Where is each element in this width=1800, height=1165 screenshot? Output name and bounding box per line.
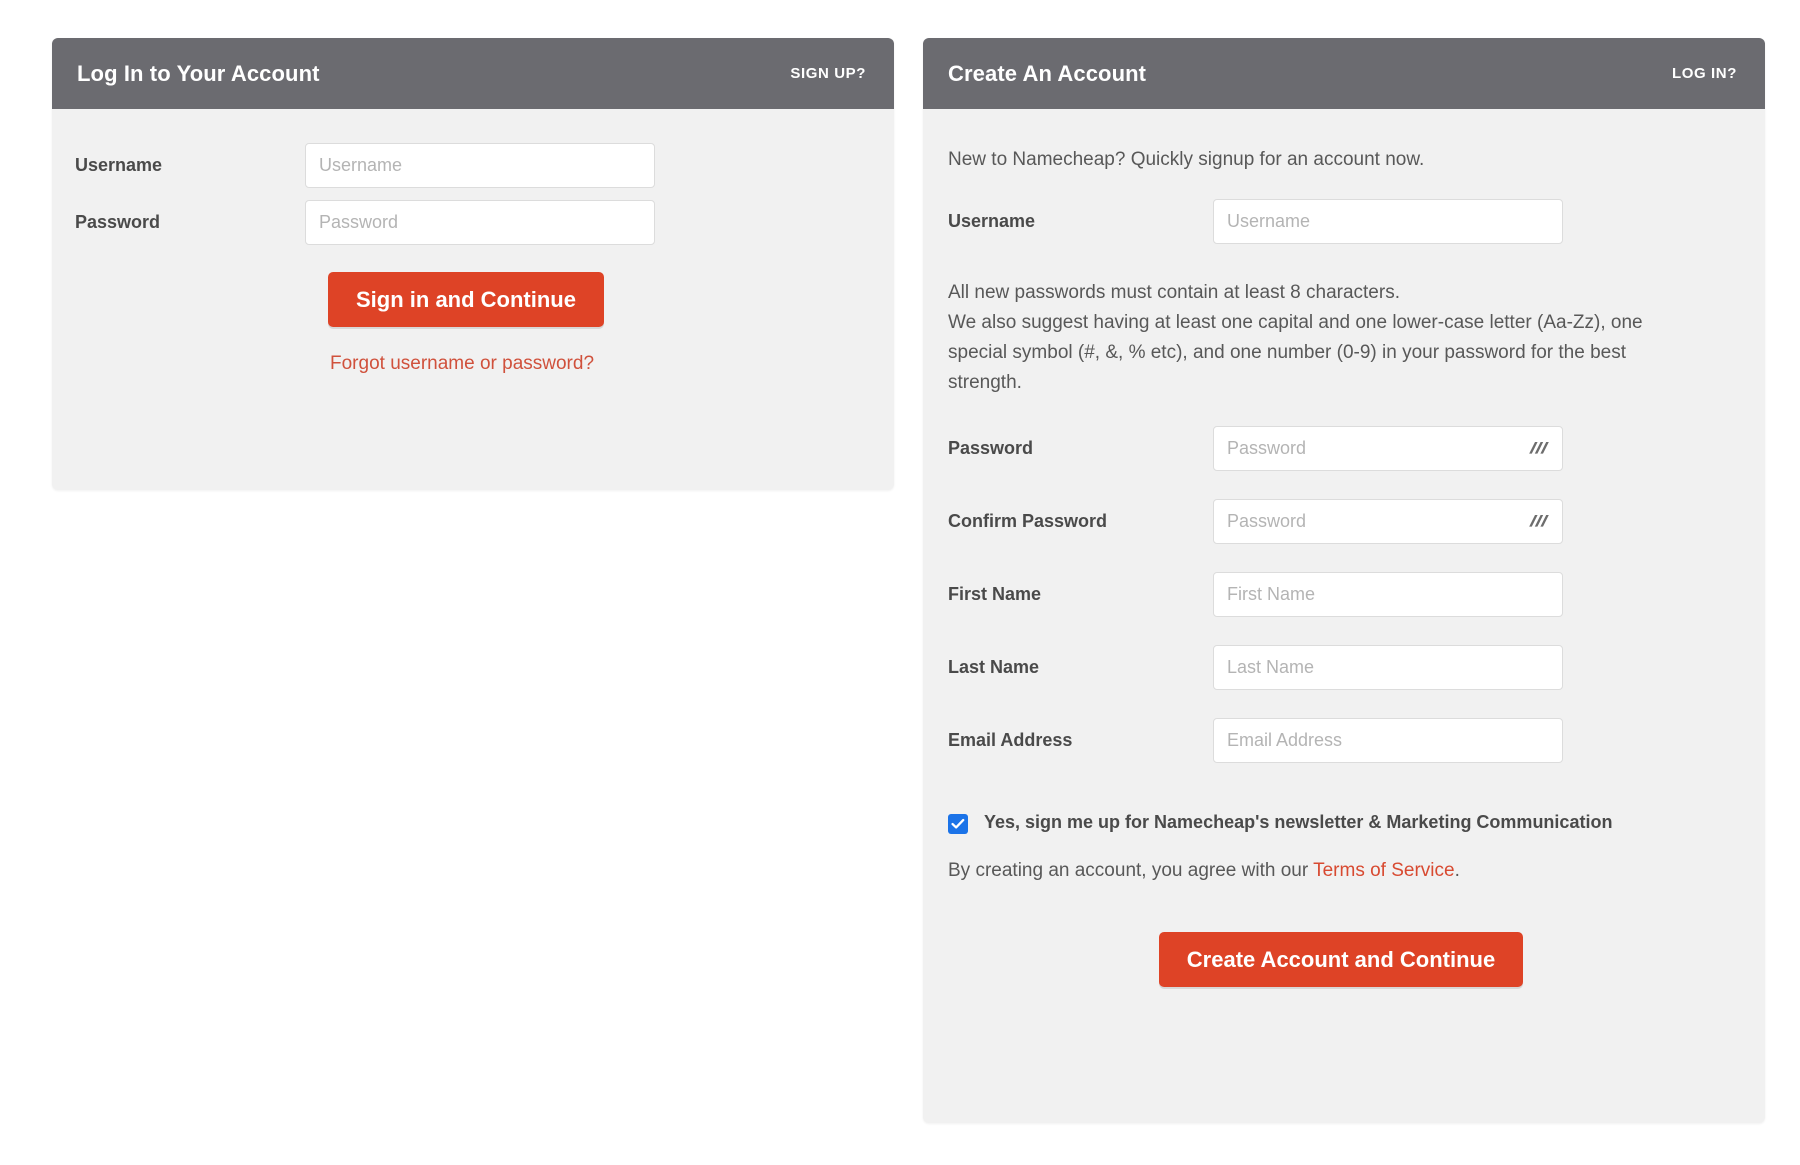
signup-email-label: Email Address — [948, 730, 1073, 750]
signup-panel-header: Create An Account LOG IN? — [923, 38, 1765, 109]
signup-email-input[interactable] — [1213, 718, 1563, 763]
signup-first-name-input-wrap — [1213, 572, 1563, 617]
login-password-row: Password — [52, 200, 894, 245]
signup-username-input[interactable] — [1213, 199, 1563, 244]
password-requirements-line-2: We also suggest having at least one capi… — [948, 312, 1643, 393]
signup-form: New to Namecheap? Quickly signup for an … — [923, 149, 1765, 987]
signup-username-label: Username — [948, 211, 1036, 231]
signup-password-input-wrap — [1213, 426, 1563, 471]
signup-username-row: Username — [948, 199, 1740, 244]
signup-last-name-input[interactable] — [1213, 645, 1563, 690]
signup-last-name-label: Last Name — [948, 657, 1040, 677]
login-actions: Sign in and Continue Forgot username or … — [52, 272, 894, 375]
eye-slash-icon[interactable] — [1526, 438, 1552, 460]
signup-username-input-wrap — [1213, 199, 1563, 244]
login-form: Username Password Sign in and Continue F… — [52, 109, 894, 375]
newsletter-checkbox[interactable] — [948, 814, 968, 834]
signup-panel: Create An Account LOG IN? New to Nameche… — [923, 38, 1765, 1123]
signup-confirm-password-input-wrap — [1213, 499, 1563, 544]
login-password-input[interactable] — [305, 200, 655, 245]
eye-slash-icon[interactable] — [1526, 511, 1552, 533]
signup-actions: Create Account and Continue — [948, 932, 1740, 987]
signup-confirm-password-row: Confirm Password — [948, 499, 1740, 544]
signup-email-row: Email Address — [948, 718, 1740, 763]
signup-password-label: Password — [948, 438, 1034, 458]
signup-first-name-row: First Name — [948, 572, 1740, 617]
signup-password-row: Password — [948, 426, 1740, 471]
login-panel: Log In to Your Account SIGN UP? Username… — [52, 38, 894, 490]
login-username-label: Username — [75, 155, 163, 175]
signup-confirm-password-label: Confirm Password — [948, 511, 1108, 531]
signup-password-input[interactable] — [1213, 426, 1563, 471]
sign-up-link[interactable]: SIGN UP? — [790, 65, 866, 82]
newsletter-consent-row: Yes, sign me up for Namecheap's newslett… — [948, 811, 1740, 834]
log-in-link[interactable]: LOG IN? — [1672, 65, 1737, 82]
signin-signup-page: Log In to Your Account SIGN UP? Username… — [0, 0, 1800, 1165]
login-panel-header: Log In to Your Account SIGN UP? — [52, 38, 894, 109]
newsletter-consent-label: Yes, sign me up for Namecheap's newslett… — [984, 812, 1613, 832]
terms-suffix-text: . — [1454, 860, 1460, 881]
signup-last-name-input-wrap — [1213, 645, 1563, 690]
signup-intro-text: New to Namecheap? Quickly signup for an … — [948, 149, 1425, 170]
signup-last-name-row: Last Name — [948, 645, 1740, 690]
terms-prefix-text: By creating an account, you agree with o… — [948, 860, 1314, 881]
create-account-and-continue-button[interactable]: Create Account and Continue — [1158, 932, 1524, 987]
signup-panel-title: Create An Account — [948, 60, 1147, 86]
signup-first-name-label: First Name — [948, 584, 1042, 604]
password-requirements-note: All new passwords must contain at least … — [948, 278, 1648, 398]
signup-email-input-wrap — [1213, 718, 1563, 763]
login-password-label: Password — [75, 212, 161, 232]
signup-confirm-password-input[interactable] — [1213, 499, 1563, 544]
terms-of-service-link[interactable]: Terms of Service — [1313, 860, 1454, 881]
login-username-input[interactable] — [305, 143, 655, 188]
forgot-username-or-password-link[interactable]: Forgot username or password? — [330, 353, 594, 375]
sign-in-and-continue-button[interactable]: Sign in and Continue — [328, 272, 604, 327]
login-username-row: Username — [52, 143, 894, 188]
terms-line: By creating an account, you agree with o… — [948, 860, 1740, 882]
login-panel-title: Log In to Your Account — [77, 60, 320, 86]
signup-first-name-input[interactable] — [1213, 572, 1563, 617]
password-requirements-line-1: All new passwords must contain at least … — [948, 282, 1400, 303]
